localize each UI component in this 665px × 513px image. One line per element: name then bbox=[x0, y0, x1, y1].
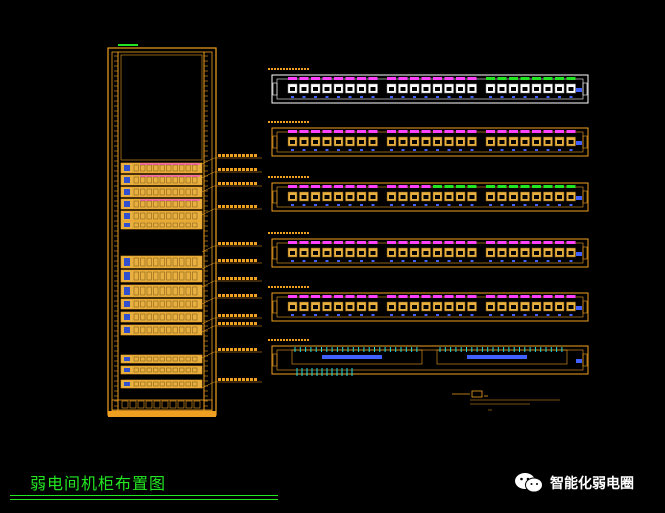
title-underline-2 bbox=[10, 499, 278, 500]
wechat-icon bbox=[515, 473, 543, 493]
cabinet-unit bbox=[120, 186, 203, 198]
cabinet-unit bbox=[120, 210, 203, 222]
cabinet-callouts bbox=[201, 154, 262, 389]
cabinet-unit bbox=[120, 365, 203, 375]
cabinet-unit bbox=[120, 324, 203, 336]
patch-panel-row bbox=[268, 286, 589, 322]
patch-panel-row bbox=[268, 68, 589, 104]
cabinet-unit bbox=[120, 311, 203, 323]
cabinet-unit bbox=[120, 354, 203, 364]
watermark: 智能化弱电圈 bbox=[514, 472, 634, 494]
watermark-text: 智能化弱电圈 bbox=[550, 476, 634, 492]
patch-panel-row bbox=[268, 339, 589, 376]
legend-note bbox=[452, 390, 560, 411]
panel-elevations bbox=[268, 68, 589, 376]
cabinet-unit bbox=[120, 379, 203, 389]
patch-panel-row bbox=[268, 176, 589, 212]
patch-panel-row bbox=[268, 121, 589, 157]
cabinet-unit bbox=[120, 220, 203, 230]
patch-panel-row bbox=[268, 232, 589, 268]
title-underline bbox=[10, 495, 278, 496]
cabinet-elevation bbox=[107, 44, 217, 417]
cad-drawing bbox=[107, 44, 589, 417]
drawing-title: 弱电间机柜布置图 bbox=[30, 474, 167, 493]
cabinet-unit bbox=[120, 298, 203, 310]
